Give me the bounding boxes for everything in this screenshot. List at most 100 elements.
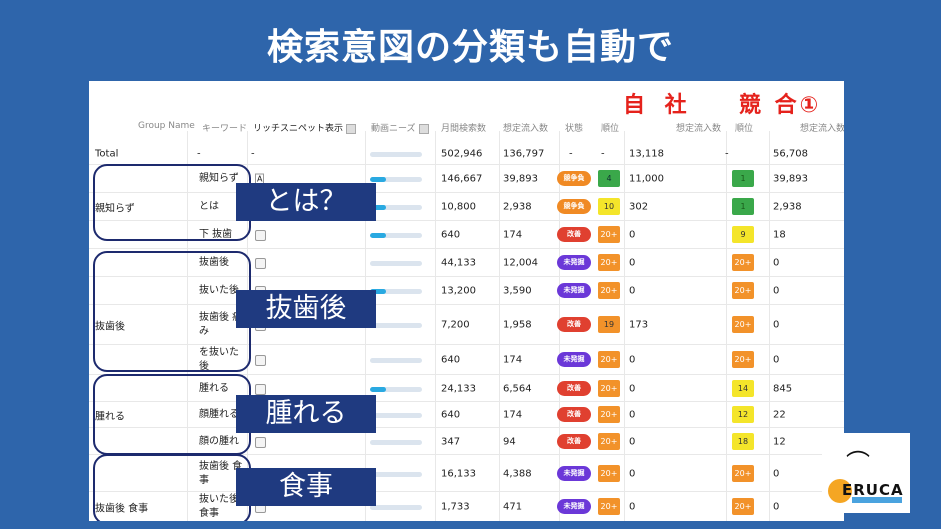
competitor-traffic-cell: 22 — [773, 409, 786, 421]
own-rank-badge: 20+ — [598, 406, 620, 423]
traffic-cell: 471 — [503, 501, 523, 513]
video-need-bar — [370, 439, 422, 445]
group-outline-shokuji — [93, 454, 251, 521]
own-rank-badge: 4 — [598, 170, 620, 187]
header-rank[interactable]: 順位 — [601, 121, 619, 134]
search-volume-cell: 640 — [441, 229, 461, 241]
search-volume-cell: 640 — [441, 409, 461, 421]
video-need-bar — [370, 358, 422, 363]
own-traffic-cell: 0 — [629, 436, 636, 447]
total-rank-competitor: - — [725, 148, 729, 159]
total-group: - — [197, 148, 201, 159]
traffic-cell: 4,388 — [503, 468, 532, 479]
status-badge: 改善 — [557, 227, 591, 242]
video-need-bar — [370, 261, 422, 266]
traffic-cell: 1,958 — [503, 319, 532, 331]
keyword-table: 自 社 競 合① Group Name キーワード リッチスニペット表示 動画ニ… — [89, 81, 844, 521]
status-badge: 改善 — [557, 380, 591, 396]
own-rank-badge: 10 — [598, 198, 620, 215]
own-traffic-cell: 0 — [629, 383, 636, 394]
header-volume[interactable]: 月間検索数 — [441, 121, 486, 134]
video-need-bar — [370, 413, 422, 418]
traffic-cell: 12,004 — [503, 257, 538, 269]
dropdown-icon[interactable] — [418, 123, 429, 134]
total-label: Total — [95, 148, 119, 159]
header-group-name[interactable]: Group Name — [138, 121, 195, 131]
competitor-traffic-cell: 12 — [773, 436, 786, 447]
header-traffic[interactable]: 想定流入数 — [503, 121, 548, 134]
traffic-cell: 6,564 — [503, 383, 532, 394]
competitor-traffic-cell: 39,893 — [773, 173, 808, 185]
status-badge: 競争負 — [557, 171, 591, 186]
category-label-hareru: 腫れる — [236, 395, 376, 433]
slide-title: 検索意図の分類も自動で — [266, 27, 674, 68]
own-traffic-cell: 0 — [629, 468, 636, 479]
header-video-need[interactable]: 動画ニーズ — [371, 121, 429, 134]
video-need-bar — [370, 177, 422, 182]
header-competitor-traffic[interactable]: 想定流入数 — [800, 121, 844, 134]
video-need-bar — [370, 386, 422, 392]
search-volume-cell: 1,733 — [441, 501, 470, 513]
competitor-rank-badge: 12 — [732, 406, 754, 423]
document-icon — [255, 258, 266, 269]
total-own-traffic: 13,118 — [629, 148, 664, 159]
own-company-heading: 自 社 — [623, 93, 693, 118]
header-keyword[interactable]: キーワード — [202, 121, 247, 134]
own-rank-badge: 20+ — [598, 432, 620, 450]
search-volume-cell: 44,133 — [441, 257, 476, 269]
header-own-traffic[interactable]: 想定流入数 — [676, 121, 721, 134]
document-icon — [255, 436, 266, 448]
own-rank-badge: 20+ — [598, 498, 620, 515]
search-volume-cell: 347 — [441, 436, 461, 447]
competitor-traffic-cell: 0 — [773, 319, 780, 331]
status-badge: 改善 — [557, 407, 591, 422]
status-badge: 改善 — [557, 317, 591, 332]
eruca-logo: ⌒ ERUCA — [822, 433, 910, 513]
total-traffic: 136,797 — [503, 148, 545, 159]
own-traffic-cell: 0 — [629, 257, 636, 269]
total-row: Total - - 502,946 136,797 - - 13,118 - 5… — [89, 141, 844, 166]
own-rank-badge: 20+ — [598, 351, 620, 368]
group-outline-hareru — [93, 374, 251, 455]
video-need-bar — [370, 323, 422, 328]
video-need-bar — [370, 289, 422, 294]
search-volume-cell: 640 — [441, 354, 461, 366]
own-traffic-cell: 173 — [629, 319, 649, 331]
own-traffic-cell: 0 — [629, 354, 636, 366]
dropdown-icon[interactable] — [346, 123, 357, 134]
competitor-traffic-cell: 845 — [773, 383, 793, 394]
group-outline-oyashirazu — [93, 164, 251, 241]
header-rank-competitor[interactable]: 順位 — [735, 121, 753, 134]
traffic-cell: 174 — [503, 354, 523, 366]
search-volume-cell: 13,200 — [441, 285, 476, 297]
own-traffic-cell: 0 — [629, 285, 636, 297]
own-traffic-cell: 0 — [629, 229, 636, 241]
competitor-rank-badge: 20+ — [732, 254, 754, 271]
category-label-shokuji: 食事 — [236, 468, 376, 506]
traffic-cell: 94 — [503, 436, 516, 447]
search-volume-cell: 7,200 — [441, 319, 470, 331]
status-badge: 改善 — [557, 433, 591, 449]
header-status[interactable]: 状態 — [565, 121, 583, 134]
video-need-bar — [370, 471, 422, 477]
competitor-rank-badge: 20+ — [732, 464, 754, 482]
own-rank-badge: 20+ — [598, 254, 620, 271]
search-volume-cell: 24,133 — [441, 383, 476, 394]
video-need-bar — [370, 233, 422, 238]
competitor-rank-badge: 1 — [732, 170, 754, 187]
search-volume-cell: 146,667 — [441, 173, 483, 185]
total-need-bar — [370, 151, 422, 157]
document-icon — [255, 230, 266, 241]
search-volume-cell: 16,133 — [441, 468, 476, 479]
competitor-traffic-cell: 0 — [773, 501, 780, 513]
competitor-traffic-cell: 2,938 — [773, 201, 802, 213]
status-badge: 未発掘 — [557, 465, 591, 481]
status-badge: 未発掘 — [557, 499, 591, 514]
own-traffic-cell: 302 — [629, 201, 649, 213]
status-badge: 未発掘 — [557, 352, 591, 367]
header-snippet[interactable]: リッチスニペット表示 — [253, 121, 357, 134]
search-volume-cell: 10,800 — [441, 201, 476, 213]
video-need-bar — [370, 205, 422, 210]
own-traffic-cell: 0 — [629, 501, 636, 513]
total-snippet: - — [251, 148, 255, 159]
